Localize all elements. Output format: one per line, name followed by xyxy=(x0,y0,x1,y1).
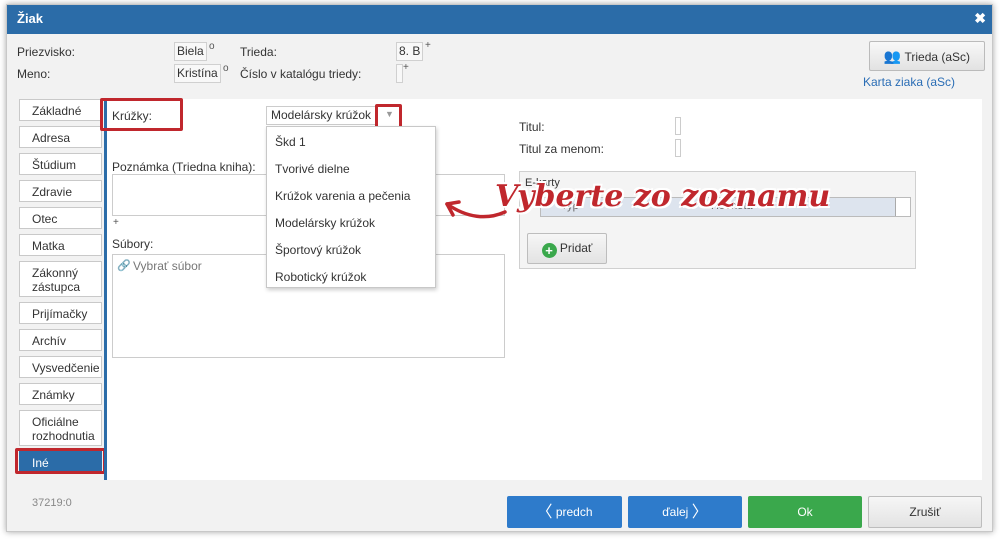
sidebar-item-znamky[interactable]: Známky xyxy=(19,383,102,405)
titul-za-menom-label: Titul za menom: xyxy=(519,142,604,156)
kruzky-highlight-box xyxy=(100,98,183,131)
title-bar: Žiak ✖ xyxy=(7,5,992,34)
chevron-right-icon: 〉 xyxy=(691,504,708,521)
dropdown-option-skd1[interactable]: Škd 1 xyxy=(275,135,306,149)
trieda-label: Trieda: xyxy=(240,45,277,59)
titul-input[interactable] xyxy=(675,117,681,135)
link-icon: 🔗 xyxy=(117,260,131,272)
sidebar-item-oficialne-rozhodnutia[interactable]: Oficiálne rozhodnutia xyxy=(19,410,102,446)
trieda-sup: + xyxy=(425,40,431,51)
meno-label: Meno: xyxy=(17,67,51,81)
predch-button[interactable]: 〈 predch xyxy=(507,496,622,528)
sidebar-item-adresa[interactable]: Adresa xyxy=(19,126,102,148)
sidebar-item-zakonny-zastupca[interactable]: Zákonný zástupca xyxy=(19,261,102,297)
pridat-label: Pridať xyxy=(559,241,593,255)
poznamka-label: Poznámka (Triedna kniha): xyxy=(112,160,256,174)
annotation-text: Vyberte zo zoznamu xyxy=(495,179,831,214)
dalej-label: ďalej xyxy=(662,505,689,519)
priezvisko-sup: o xyxy=(209,41,215,52)
record-id: 37219:0 xyxy=(32,497,72,509)
dalej-button[interactable]: ďalej 〉 xyxy=(628,496,742,528)
dropdown-option-varenie[interactable]: Krúžok varenia a pečenia xyxy=(275,189,410,203)
dialog-title: Žiak xyxy=(17,11,44,26)
dropdown-option-sportovy[interactable]: Športový krúžok xyxy=(275,243,361,257)
sidebar-item-vysvedcenie[interactable]: Vysvedčenie xyxy=(19,356,102,378)
zrusit-button[interactable]: Zrušiť xyxy=(868,496,982,528)
ok-button[interactable]: Ok xyxy=(748,496,862,528)
sidebar-item-zdravie[interactable]: Zdravie xyxy=(19,180,102,202)
predch-label: predch xyxy=(555,505,593,519)
vybrat-subor-link[interactable]: Vybrať súbor xyxy=(133,259,202,273)
sidebar-item-otec[interactable]: Otec xyxy=(19,207,102,229)
chevron-left-icon: 〈 xyxy=(536,504,553,521)
dropdown-option-tvorive-dielne[interactable]: Tvorivé dielne xyxy=(275,162,350,176)
meno-sup: o xyxy=(223,63,229,74)
plus-icon: + xyxy=(541,243,557,258)
users-icon: 👥 xyxy=(883,48,902,64)
student-dialog: Žiak ✖ Priezvisko: Biela o Meno: Kristín… xyxy=(6,4,993,532)
meno-value: Kristína xyxy=(174,64,221,83)
close-icon[interactable]: ✖ xyxy=(974,10,986,27)
pridat-button[interactable]: + Pridať xyxy=(527,233,607,264)
priezvisko-value: Biela xyxy=(174,42,207,61)
trieda-value: 8. B xyxy=(396,42,424,61)
chevron-down-icon: ▼ xyxy=(385,109,394,119)
trieda-asc-button[interactable]: 👥 Trieda (aSc) xyxy=(869,41,985,71)
priezvisko-label: Priezvisko: xyxy=(17,45,76,59)
sidebar-item-studium[interactable]: Štúdium xyxy=(19,153,102,175)
subory-label: Súbory: xyxy=(112,237,154,251)
sidebar-item-matka[interactable]: Matka xyxy=(19,234,102,256)
poznamka-plus: + xyxy=(113,217,119,228)
cislo-label: Číslo v katalógu triedy: xyxy=(240,67,362,81)
trieda-asc-label: Trieda (aSc) xyxy=(904,50,971,64)
cislo-value xyxy=(396,64,403,83)
ine-highlight-box xyxy=(15,448,106,474)
sidebar-item-zakladne[interactable]: Základné xyxy=(19,99,102,121)
sidebar-item-prijimacky[interactable]: Prijímačky xyxy=(19,302,102,324)
karta-ziaka-link[interactable]: Karta ziaka (aSc) xyxy=(863,75,955,89)
dropdown-option-roboticky[interactable]: Robotický krúžok xyxy=(275,270,366,284)
sidebar-item-archiv[interactable]: Archív xyxy=(19,329,102,351)
titul-label: Titul: xyxy=(519,120,545,134)
cislo-sup: + xyxy=(403,62,409,73)
kruzky-dropdown-list: Škd 1 Tvorivé dielne Krúžok varenia a pe… xyxy=(266,126,436,288)
titul-za-menom-input[interactable] xyxy=(675,139,681,157)
dropdown-option-modelarsky[interactable]: Modelársky krúžok xyxy=(275,216,375,230)
